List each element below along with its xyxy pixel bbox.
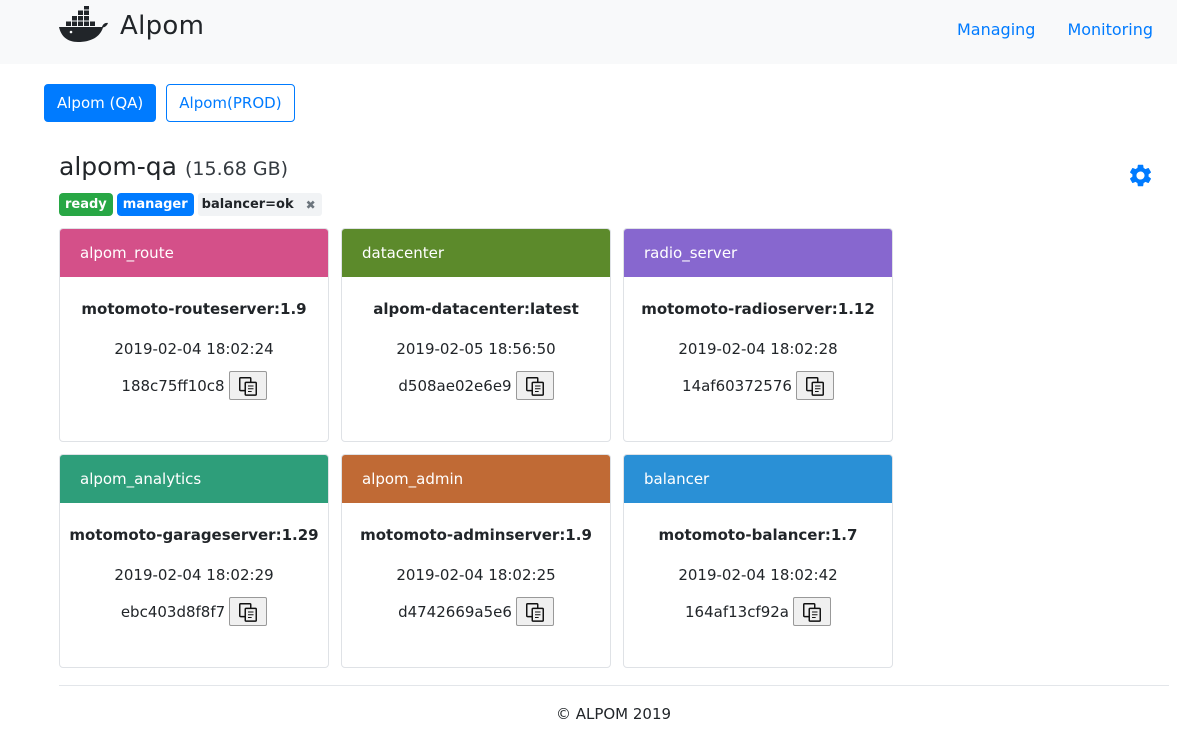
service-created: 2019-02-04 18:02:29 [114, 566, 274, 584]
service-name: alpom_admin [342, 455, 610, 503]
container-id: 164af13cf92a [685, 602, 789, 621]
brand-name: Alpom [120, 11, 205, 41]
service-card-alpom-admin: alpom_admin motomoto-adminserver:1.9 201… [341, 454, 611, 668]
node-label-text: balancer=ok [201, 197, 294, 212]
nav-links: Managing Monitoring [925, 20, 1153, 39]
service-card-balancer: balancer motomoto-balancer:1.7 2019-02-0… [623, 454, 893, 668]
container-id: 14af60372576 [682, 376, 792, 395]
gear-icon[interactable] [1127, 162, 1154, 189]
service-image: motomoto-garageserver:1.29 [69, 526, 319, 544]
node-name: alpom-qa [59, 152, 177, 181]
navbar: Alpom Managing Monitoring [0, 0, 1177, 64]
footer-divider [59, 685, 1169, 686]
copy-id-button[interactable] [515, 597, 554, 626]
service-image: alpom-datacenter:latest [373, 300, 579, 318]
docker-whale-icon [59, 6, 108, 42]
service-card-alpom-route: alpom_route motomoto-routeserver:1.9 201… [59, 228, 329, 442]
node-header: alpom-qa (15.68 GB) [59, 152, 288, 181]
node-size: (15.68 GB) [185, 158, 289, 180]
node-labels: ready manager balancer=ok ✖ [59, 193, 322, 216]
service-created: 2019-02-04 18:02:28 [678, 340, 838, 358]
copy-icon [803, 602, 821, 622]
container-id: d508ae02e6e9 [398, 376, 512, 395]
copy-icon [525, 376, 544, 396]
nav-link-managing[interactable]: Managing [957, 20, 1035, 39]
container-id: ebc403d8f8f7 [120, 602, 226, 621]
status-badge: ready [59, 193, 113, 216]
copy-icon [805, 376, 824, 396]
container-id: d4742669a5e6 [398, 602, 512, 621]
role-badge: manager [116, 193, 194, 216]
service-created: 2019-02-04 18:02:42 [678, 566, 838, 584]
footer: © ALPOM 2019 [555, 705, 672, 723]
brand[interactable]: Alpom [58, 6, 204, 46]
service-image: motomoto-balancer:1.7 [658, 526, 858, 544]
service-image: motomoto-adminserver:1.9 [360, 526, 592, 544]
env-tab-qa[interactable]: Alpom (QA) [44, 84, 157, 122]
copy-icon [238, 376, 257, 396]
remove-label-icon[interactable]: ✖ [306, 198, 316, 212]
service-name: datacenter [342, 229, 610, 277]
env-tab-prod[interactable]: Alpom(PROD) [166, 84, 295, 122]
service-image: motomoto-routeserver:1.9 [81, 300, 307, 318]
service-card-radio-server: radio_server motomoto-radioserver:1.12 2… [623, 228, 893, 442]
nav-link-monitoring[interactable]: Monitoring [1067, 20, 1153, 39]
container-id: 188c75ff10c8 [121, 376, 225, 395]
copy-id-button[interactable] [795, 371, 834, 400]
service-name: balancer [624, 455, 892, 503]
service-card-datacenter: datacenter alpom-datacenter:latest 2019-… [341, 228, 611, 442]
service-name: radio_server [624, 229, 892, 277]
copy-id-button[interactable] [793, 597, 831, 626]
node-label-tag: balancer=ok ✖ [197, 193, 322, 216]
copy-icon [239, 602, 258, 622]
environment-tabs: Alpom (QA) Alpom(PROD) [44, 84, 305, 122]
copy-id-button[interactable] [228, 371, 267, 400]
copy-id-button[interactable] [515, 371, 554, 400]
service-image: motomoto-radioserver:1.12 [641, 300, 875, 318]
service-created: 2019-02-05 18:56:50 [396, 340, 556, 358]
services-grid: alpom_route motomoto-routeserver:1.9 201… [59, 228, 899, 668]
service-created: 2019-02-04 18:02:25 [396, 566, 556, 584]
service-card-alpom-analytics: alpom_analytics motomoto-garageserver:1.… [59, 454, 329, 668]
service-name: alpom_analytics [60, 455, 328, 503]
copy-id-button[interactable] [229, 597, 268, 626]
service-created: 2019-02-04 18:02:24 [114, 340, 274, 358]
copy-icon [525, 602, 544, 622]
service-name: alpom_route [60, 229, 328, 277]
